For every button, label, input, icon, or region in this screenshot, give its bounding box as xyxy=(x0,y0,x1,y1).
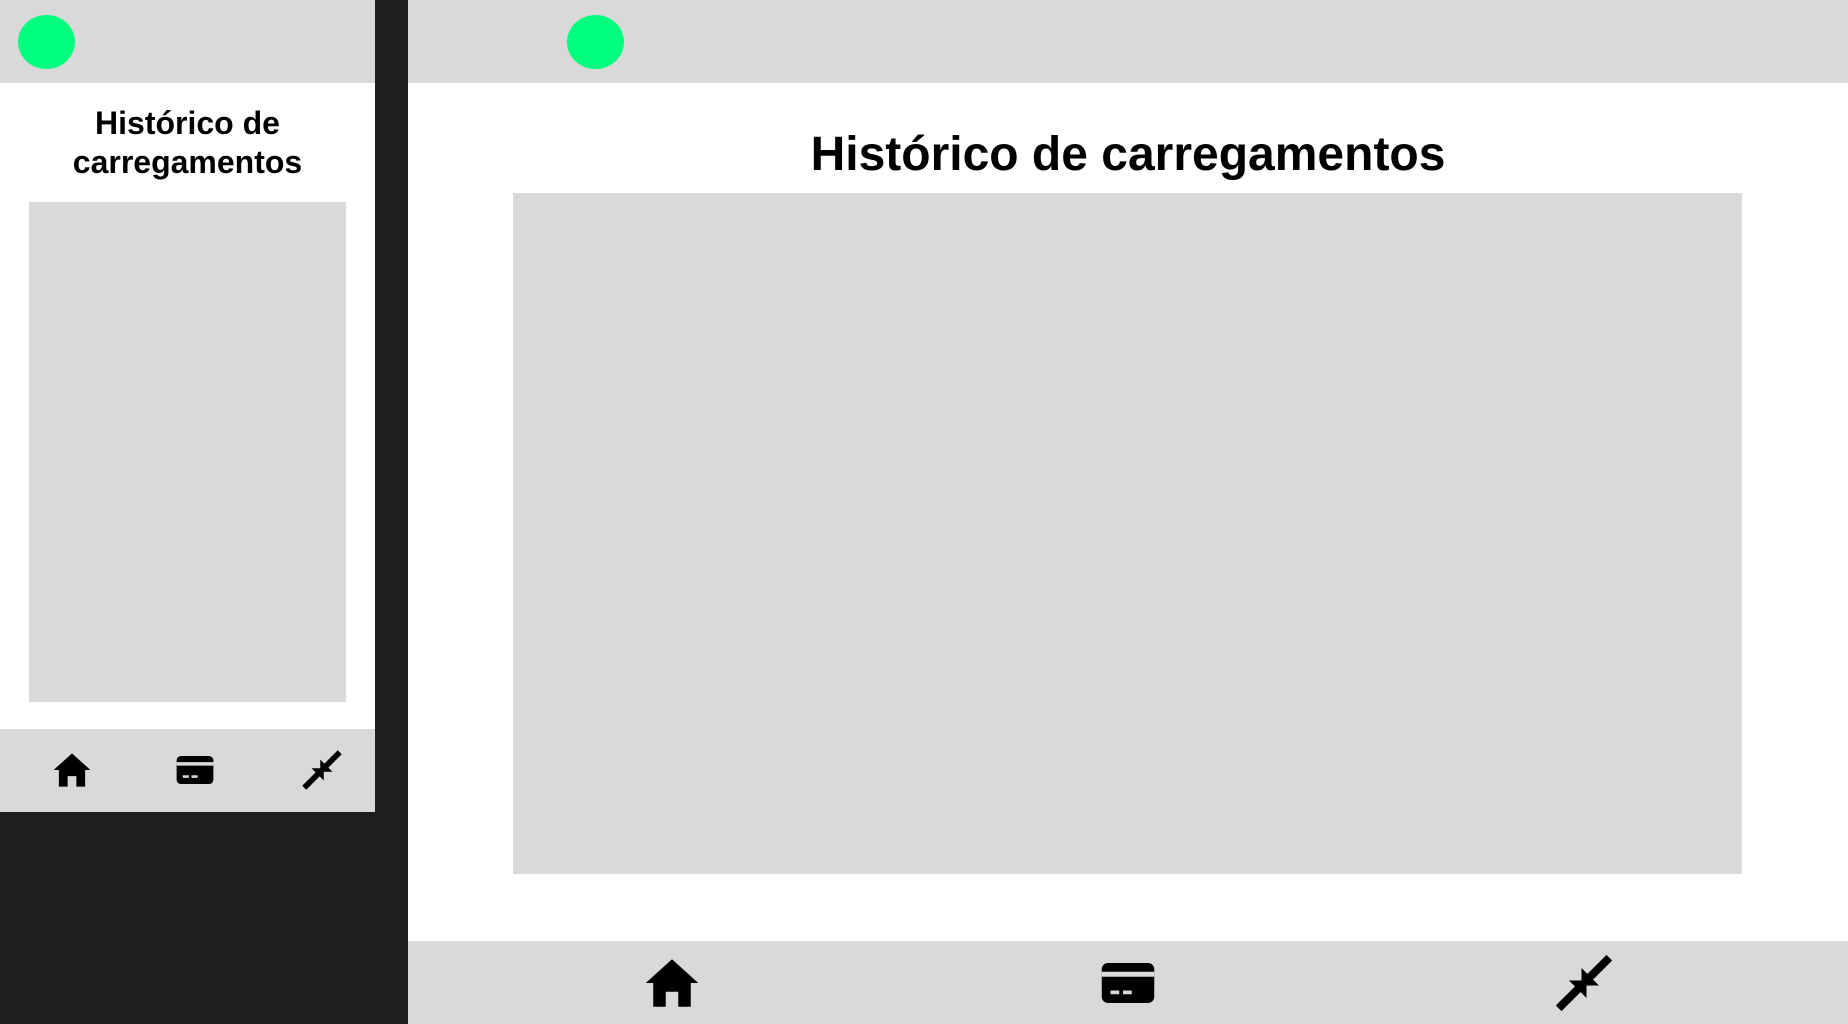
minimize-arrows-icon xyxy=(302,750,342,790)
nav-minimize-button[interactable] xyxy=(301,749,343,791)
mobile-frame: Histórico de carregamentos xyxy=(0,0,375,812)
home-icon xyxy=(645,959,699,1007)
desktop-frame: Histórico de carregamentos xyxy=(408,0,1848,1024)
bottom-nav xyxy=(408,941,1848,1024)
logo-circle-icon[interactable] xyxy=(18,15,75,69)
top-bar xyxy=(0,0,375,83)
nav-home-button[interactable] xyxy=(51,749,93,791)
bottom-nav xyxy=(0,729,375,812)
nav-card-button[interactable] xyxy=(1098,953,1158,1013)
home-icon xyxy=(53,753,91,787)
page-title: Histórico de carregamentos xyxy=(810,128,1446,181)
credit-card-icon xyxy=(176,756,214,784)
page-title: Histórico de carregamentos xyxy=(72,105,303,180)
nav-home-button[interactable] xyxy=(642,953,702,1013)
logo-circle-icon[interactable] xyxy=(567,15,624,69)
minimize-arrows-icon xyxy=(1555,954,1613,1012)
nav-card-button[interactable] xyxy=(174,749,216,791)
top-bar xyxy=(408,0,1848,83)
history-content-placeholder xyxy=(29,202,346,702)
history-content-placeholder xyxy=(513,193,1742,874)
credit-card-icon xyxy=(1101,963,1155,1003)
nav-minimize-button[interactable] xyxy=(1554,953,1614,1013)
